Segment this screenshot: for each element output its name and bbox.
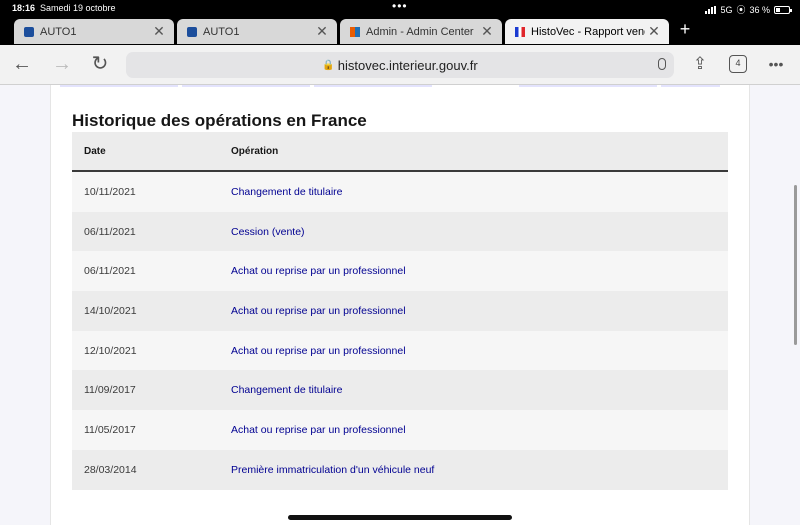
page-title: Historique des opérations en France <box>72 111 367 130</box>
location-icon: ⦿ <box>736 5 746 15</box>
url-text: histovec.interieur.gouv.fr <box>337 57 478 73</box>
row-operation[interactable]: Achat ou reprise par un professionnel <box>231 305 728 317</box>
tab-label: AUTO1 <box>40 25 77 38</box>
table-row: 06/11/2021 Achat ou reprise par un profe… <box>72 251 728 292</box>
row-operation[interactable]: Changement de titulaire <box>231 186 728 198</box>
row-date: 06/11/2021 <box>84 265 136 278</box>
tab-histovec[interactable]: HistoVec - Rapport vendeur ✕ <box>505 19 669 44</box>
table-row: 11/09/2017 Changement de titulaire <box>72 370 728 411</box>
row-date: 12/10/2021 <box>84 344 137 357</box>
multitasking-dots-icon[interactable]: ••• <box>392 0 408 13</box>
row-operation[interactable]: Première immatriculation d'un véhicule n… <box>231 464 728 476</box>
row-date: 11/05/2017 <box>84 423 136 436</box>
tab-auto1-first[interactable]: AUTO1 ✕ <box>14 19 174 44</box>
tab-label: HistoVec - Rapport vendeur <box>531 25 645 38</box>
admin-favicon-icon <box>350 26 360 37</box>
browser-toolbar: ← → ↻ 🔒 histovec.interieur.gouv.fr ⇪ 4 •… <box>0 45 800 85</box>
tab-label: AUTO1 <box>203 25 240 38</box>
forward-arrow-icon[interactable]: → <box>50 53 74 75</box>
status-bar: 18:16 Samedi 19 octobre ••• 5G ⦿ 36 % <box>0 0 800 17</box>
auto1-favicon-icon <box>24 26 34 37</box>
table-row: 11/05/2017 Achat ou reprise par un profe… <box>72 410 728 450</box>
status-time: 18:16 <box>12 3 36 13</box>
battery-icon <box>774 5 792 14</box>
auto1-favicon-icon <box>187 26 197 37</box>
row-date: 10/11/2021 <box>84 185 136 198</box>
status-date: Samedi 19 octobre <box>40 3 116 13</box>
battery-percent: 36 % <box>749 4 770 15</box>
tab-label: Admin - Admin Center <box>366 25 474 38</box>
close-tab-icon[interactable]: ✕ <box>478 23 496 40</box>
tab-admin-center[interactable]: Admin - Admin Center ✕ <box>340 19 502 44</box>
table-header: Date Opération <box>72 132 728 172</box>
lock-icon: 🔒 <box>322 59 335 71</box>
table-row: 14/10/2021 Achat ou reprise par un profe… <box>72 291 728 331</box>
row-operation[interactable]: Changement de titulaire <box>231 384 728 396</box>
back-arrow-icon[interactable]: ← <box>10 53 34 75</box>
top-tabs-strip <box>60 85 720 88</box>
column-header-date: Date <box>84 145 106 157</box>
home-indicator[interactable] <box>288 515 512 520</box>
row-date: 06/11/2021 <box>84 225 136 238</box>
table-row: 06/11/2021 Cession (vente) <box>72 211 728 252</box>
network-type: 5G <box>720 4 733 15</box>
row-operation[interactable]: Achat ou reprise par un professionnel <box>231 265 728 277</box>
table-row: 10/11/2021 Changement de titulaire <box>72 172 728 212</box>
row-operation[interactable]: Cession (vente) <box>231 226 728 238</box>
row-date: 11/09/2017 <box>84 384 136 397</box>
close-tab-icon[interactable]: ✕ <box>313 23 331 40</box>
column-header-operation: Opération <box>231 145 279 157</box>
table-row: 28/03/2014 Première immatriculation d'un… <box>72 449 728 490</box>
row-date: 28/03/2014 <box>84 463 137 476</box>
row-operation[interactable]: Achat ou reprise par un professionnel <box>231 424 728 436</box>
share-icon[interactable]: ⇪ <box>688 53 712 75</box>
address-bar[interactable]: 🔒 histovec.interieur.gouv.fr <box>126 52 674 78</box>
reload-icon[interactable]: ↻ <box>88 53 112 75</box>
cellular-signal-icon <box>705 5 717 14</box>
table-body: 10/11/2021 Changement de titulaire 06/11… <box>72 172 728 490</box>
page-viewport: Historique des opérations en France Date… <box>0 85 800 525</box>
french-flag-favicon-icon <box>515 26 525 37</box>
tab-switcher-button[interactable]: 4 <box>729 55 747 73</box>
close-tab-icon[interactable]: ✕ <box>150 23 168 40</box>
tab-auto1-second[interactable]: AUTO1 ✕ <box>177 19 337 44</box>
microphone-icon[interactable] <box>658 58 666 70</box>
operations-table: Date Opération 10/11/2021 Changement de … <box>72 132 728 490</box>
more-menu-icon[interactable]: ••• <box>764 53 788 75</box>
tab-bar: AUTO1 ✕ AUTO1 ✕ Admin - Admin Center ✕ H… <box>0 17 800 45</box>
table-row: 12/10/2021 Achat ou reprise par un profe… <box>72 330 728 371</box>
new-tab-button[interactable]: + <box>675 19 695 40</box>
status-indicators: 5G ⦿ 36 % <box>705 3 792 16</box>
row-date: 14/10/2021 <box>84 304 137 317</box>
close-tab-icon[interactable]: ✕ <box>645 23 663 40</box>
row-operation[interactable]: Achat ou reprise par un professionnel <box>231 345 728 357</box>
page-scrollbar[interactable] <box>794 185 797 345</box>
